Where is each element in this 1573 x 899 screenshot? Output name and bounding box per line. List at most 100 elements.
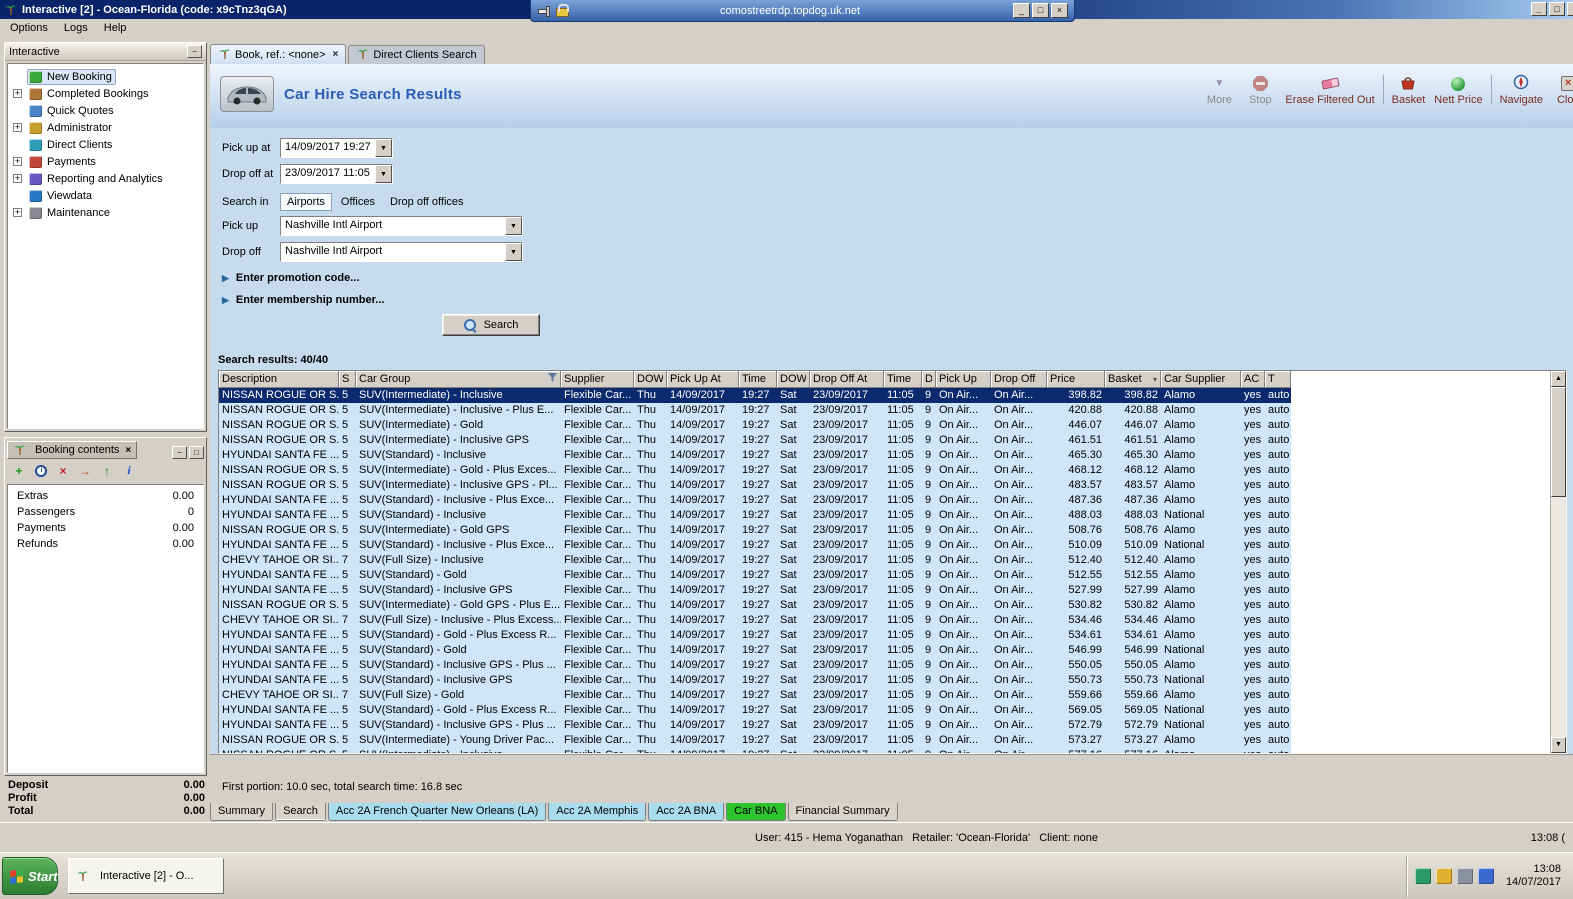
- promotion-code-disclosure[interactable]: ▶ Enter promotion code...: [222, 272, 359, 284]
- searchin-drop-off-offices[interactable]: Drop off offices: [384, 194, 470, 210]
- pin-icon[interactable]: [537, 4, 550, 17]
- delete-icon[interactable]: ×: [54, 462, 72, 479]
- col-header-pick-up-11[interactable]: Pick Up: [936, 371, 991, 388]
- result-row[interactable]: HYUNDAI SANTA FE ... 5 SUV(Standard) - Gol…: [219, 643, 1291, 658]
- result-row[interactable]: NISSAN ROGUE OR S...5 SUV(Intermediate) -…: [219, 388, 1291, 403]
- menu-options[interactable]: Options: [2, 20, 56, 36]
- scroll-down-icon[interactable]: ▼: [1551, 737, 1566, 753]
- scrollbar-thumb[interactable]: [1551, 387, 1566, 497]
- col-header-t-17[interactable]: T: [1265, 371, 1291, 388]
- sidebar-item-reporting-and-analytics[interactable]: + Reporting and Analytics: [8, 170, 203, 187]
- chevron-down-icon[interactable]: ▼: [505, 243, 522, 261]
- col-header-drop-off-12[interactable]: Drop Off: [991, 371, 1047, 388]
- toolbar-nett-price[interactable]: Nett Price: [1431, 72, 1485, 107]
- result-row[interactable]: NISSAN ROGUE OR S...5 SUV(Intermediate) -…: [219, 478, 1291, 493]
- tab-direct-clients-search[interactable]: Direct Clients Search: [348, 45, 485, 64]
- result-row[interactable]: NISSAN ROGUE OR S...5 SUV(Intermediate) -…: [219, 598, 1291, 613]
- export-icon[interactable]: →: [76, 462, 94, 479]
- float-panel-icon[interactable]: □: [189, 446, 204, 459]
- col-header-d-10[interactable]: D: [922, 371, 936, 388]
- result-row[interactable]: CHEVY TAHOE OR SI... 7 SUV(Full Size) - Go…: [219, 688, 1291, 703]
- col-header-s-1[interactable]: S: [339, 371, 356, 388]
- sidebar-item-viewdata[interactable]: Viewdata: [8, 187, 203, 204]
- col-header-dow-7[interactable]: DOW: [777, 371, 810, 388]
- chevron-down-icon[interactable]: ▼: [505, 217, 522, 235]
- start-button[interactable]: Start: [2, 857, 58, 895]
- messenger-icon[interactable]: [1477, 868, 1494, 884]
- result-row[interactable]: HYUNDAI SANTA FE ... 5 SUV(Standard) - Inc…: [219, 508, 1291, 523]
- minimize-icon[interactable]: _: [1013, 3, 1030, 18]
- expander-icon[interactable]: +: [13, 89, 22, 98]
- result-row[interactable]: HYUNDAI SANTA FE ... 5 SUV(Standard) - Inc…: [219, 673, 1291, 688]
- rdp-connection-bar[interactable]: comostreetrdp.topdog.uk.net _ □ ×: [530, 0, 1075, 22]
- result-row[interactable]: NISSAN ROGUE OR S...5 SUV(Intermediate) -…: [219, 418, 1291, 433]
- taskbar-task-button[interactable]: Interactive [2] - O...: [68, 858, 224, 894]
- toolbar-erase-filtered-out[interactable]: Erase Filtered Out: [1282, 72, 1377, 107]
- col-header-time-9[interactable]: Time: [884, 371, 922, 388]
- col-header-time-6[interactable]: Time: [739, 371, 777, 388]
- col-header-basket-14[interactable]: Basket ▾: [1105, 371, 1161, 388]
- bottom-tab-financial-summary[interactable]: Financial Summary: [787, 803, 898, 821]
- sidebar-item-direct-clients[interactable]: Direct Clients: [8, 136, 203, 153]
- collapse-panel-icon[interactable]: −: [187, 45, 202, 58]
- result-row[interactable]: HYUNDAI SANTA FE ... 5 SUV(Standard) - Gol…: [219, 628, 1291, 643]
- bottom-tab-acc-2a-memphis[interactable]: Acc 2A Memphis: [548, 803, 647, 821]
- sidebar-item-maintenance[interactable]: + Maintenance: [8, 204, 203, 221]
- close-icon[interactable]: ×: [125, 445, 131, 456]
- membership-number-disclosure[interactable]: ▶ Enter membership number...: [222, 294, 384, 306]
- drop-off-combo[interactable]: Nashville Intl Airport ▼: [280, 242, 523, 262]
- close-icon[interactable]: ×: [1567, 2, 1573, 16]
- result-row[interactable]: NISSAN ROGUE OR S...5 SUV(Intermediate) -…: [219, 403, 1291, 418]
- toolbar-basket[interactable]: Basket: [1389, 72, 1429, 107]
- result-row[interactable]: HYUNDAI SANTA FE ... 5 SUV(Standard) - Gol…: [219, 703, 1291, 718]
- bottom-tab-acc-2a-french-quarter-new-orleans-la[interactable]: Acc 2A French Quarter New Orleans (LA): [327, 803, 547, 821]
- sidebar-item-administrator[interactable]: + Administrator: [8, 119, 203, 136]
- pick-up-combo[interactable]: Nashville Intl Airport ▼: [280, 216, 523, 236]
- col-header-drop-off-at-8[interactable]: Drop Off At: [810, 371, 884, 388]
- expander-icon[interactable]: +: [13, 208, 22, 217]
- minimize-icon[interactable]: _: [1531, 2, 1547, 16]
- booking-contents-tab[interactable]: Booking contents ×: [7, 441, 138, 459]
- result-row[interactable]: HYUNDAI SANTA FE ... 5 SUV(Standard) - Inc…: [219, 538, 1291, 553]
- bottom-tab-summary[interactable]: Summary: [210, 803, 274, 821]
- mail-icon[interactable]: [1435, 868, 1452, 884]
- chevron-down-icon[interactable]: ▼: [375, 139, 392, 157]
- result-row[interactable]: HYUNDAI SANTA FE ... 5 SUV(Standard) - Inc…: [219, 658, 1291, 673]
- bottom-tab-acc-2a-bna[interactable]: Acc 2A BNA: [648, 803, 725, 821]
- result-row[interactable]: HYUNDAI SANTA FE ... 5 SUV(Standard) - Inc…: [219, 718, 1291, 733]
- pick-up-at-combo[interactable]: 14/09/2017 19:27 ▼: [280, 138, 393, 158]
- sidebar-item-payments[interactable]: + Payments: [8, 153, 203, 170]
- chevron-down-icon[interactable]: ▼: [375, 165, 392, 183]
- network-icon[interactable]: [1414, 868, 1431, 884]
- sort-icon[interactable]: ▾: [1153, 375, 1157, 384]
- search-button[interactable]: Search: [442, 314, 540, 336]
- sidebar-item-new-booking[interactable]: New Booking: [8, 68, 203, 85]
- add-icon[interactable]: +: [10, 462, 28, 479]
- sidebar-item-completed-bookings[interactable]: + Completed Bookings: [8, 85, 203, 102]
- bottom-tab-car-bna[interactable]: Car BNA: [726, 803, 786, 821]
- toolbar-navigate[interactable]: Navigate: [1497, 72, 1546, 107]
- menu-logs[interactable]: Logs: [56, 20, 96, 36]
- collapse-panel-icon[interactable]: −: [172, 446, 187, 459]
- info-icon[interactable]: i: [120, 462, 138, 479]
- menu-help[interactable]: Help: [96, 20, 135, 36]
- drop-off-at-combo[interactable]: 23/09/2017 11:05 ▼: [280, 164, 393, 184]
- result-row[interactable]: HYUNDAI SANTA FE ... 5 SUV(Standard) - Inc…: [219, 493, 1291, 508]
- result-row[interactable]: NISSAN ROGUE OR S...5 SUV(Intermediate) -…: [219, 733, 1291, 748]
- toolbar-clos[interactable]: Clos: [1549, 72, 1573, 107]
- restore-icon[interactable]: □: [1032, 3, 1049, 18]
- display-icon[interactable]: [1456, 868, 1473, 884]
- result-row[interactable]: NISSAN ROGUE OR S...5 SUV(Intermediate) -…: [219, 523, 1291, 538]
- searchin-offices[interactable]: Offices: [335, 194, 381, 210]
- bottom-tab-search[interactable]: Search: [275, 803, 326, 821]
- history-icon[interactable]: [32, 462, 50, 479]
- result-row[interactable]: HYUNDAI SANTA FE ... 5 SUV(Standard) - Gol…: [219, 568, 1291, 583]
- expander-icon[interactable]: +: [13, 174, 22, 183]
- col-header-supplier-3[interactable]: Supplier: [561, 371, 634, 388]
- col-header-pick-up-at-5[interactable]: Pick Up At: [667, 371, 739, 388]
- result-row[interactable]: CHEVY TAHOE OR SI... 7 SUV(Full Size) - In…: [219, 613, 1291, 628]
- expander-icon[interactable]: +: [13, 157, 22, 166]
- sidebar-item-quick-quotes[interactable]: Quick Quotes: [8, 102, 203, 119]
- col-header-price-13[interactable]: Price: [1047, 371, 1105, 388]
- maximize-icon[interactable]: □: [1549, 2, 1565, 16]
